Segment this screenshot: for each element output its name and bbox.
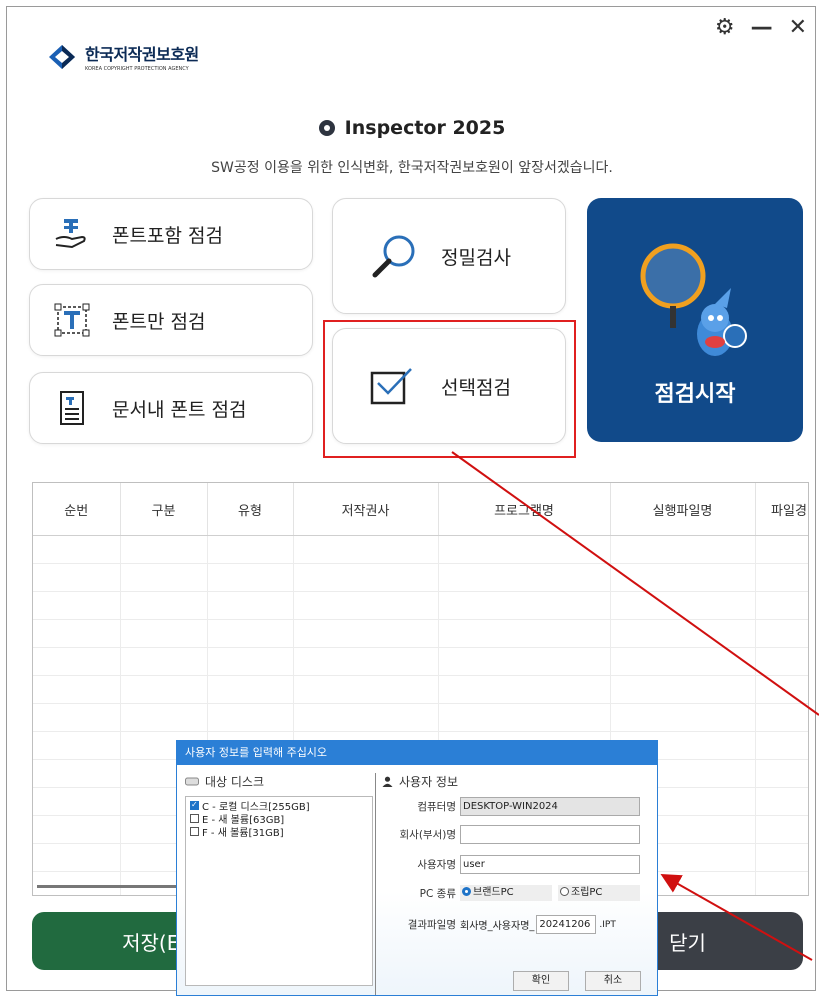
disk-section-header: 대상 디스크 — [185, 773, 375, 790]
disk-list: C - 로컬 디스크[255GB] E - 새 볼륨[63GB] F - 새 볼… — [185, 796, 373, 986]
pc-type-assembled-option[interactable]: 조립PC — [558, 885, 640, 901]
dialog-title: 사용자 정보를 입력해 주십시오 — [177, 741, 657, 765]
pc-type-label: PC 종류 — [419, 887, 456, 900]
company-field[interactable] — [460, 825, 640, 844]
disk-icon — [185, 777, 199, 786]
disk-item-label: F - 새 볼륨[31GB] — [202, 828, 284, 839]
disk-e-checkbox[interactable] — [190, 814, 199, 823]
disk-c-checkbox[interactable] — [190, 800, 199, 810]
brand-radio-label: 브랜드PC — [473, 887, 514, 898]
result-date-field[interactable]: 20241206 — [536, 915, 597, 934]
assembled-radio-label: 조립PC — [571, 887, 603, 898]
user-name-label: 사용자명 — [417, 859, 456, 871]
result-file-prefix: 회사명_사용자명_ — [460, 921, 535, 932]
user-icon — [382, 776, 393, 787]
arrow-to-username — [660, 874, 813, 961]
company-label: 회사(부서)명 — [399, 829, 457, 841]
disk-item-f[interactable]: F - 새 볼륨[31GB] — [190, 825, 368, 839]
cancel-button[interactable]: 취소 — [585, 971, 641, 991]
user-info-dialog: 사용자 정보를 입력해 주십시오 대상 디스크 C - 로컬 디스크[255GB… — [176, 740, 658, 996]
user-name-field[interactable]: user — [460, 855, 640, 874]
ok-button[interactable]: 확인 — [513, 971, 569, 991]
disk-header-label: 대상 디스크 — [205, 775, 265, 789]
result-file-label: 결과파일명 — [407, 919, 456, 931]
dialog-divider — [375, 773, 376, 995]
user-header-label: 사용자 정보 — [399, 775, 459, 789]
result-file-ext: .IPT — [599, 919, 616, 930]
disk-f-checkbox[interactable] — [190, 827, 199, 836]
computer-name-field: DESKTOP-WIN2024 — [460, 797, 640, 816]
user-section-header: 사용자 정보 — [382, 773, 650, 790]
assembled-radio[interactable] — [560, 887, 569, 896]
pc-type-brand-option[interactable]: 브랜드PC — [460, 885, 552, 901]
brand-radio[interactable] — [462, 887, 471, 896]
computer-name-label: 컴퓨터명 — [417, 801, 456, 813]
arrow-to-select — [451, 451, 819, 716]
